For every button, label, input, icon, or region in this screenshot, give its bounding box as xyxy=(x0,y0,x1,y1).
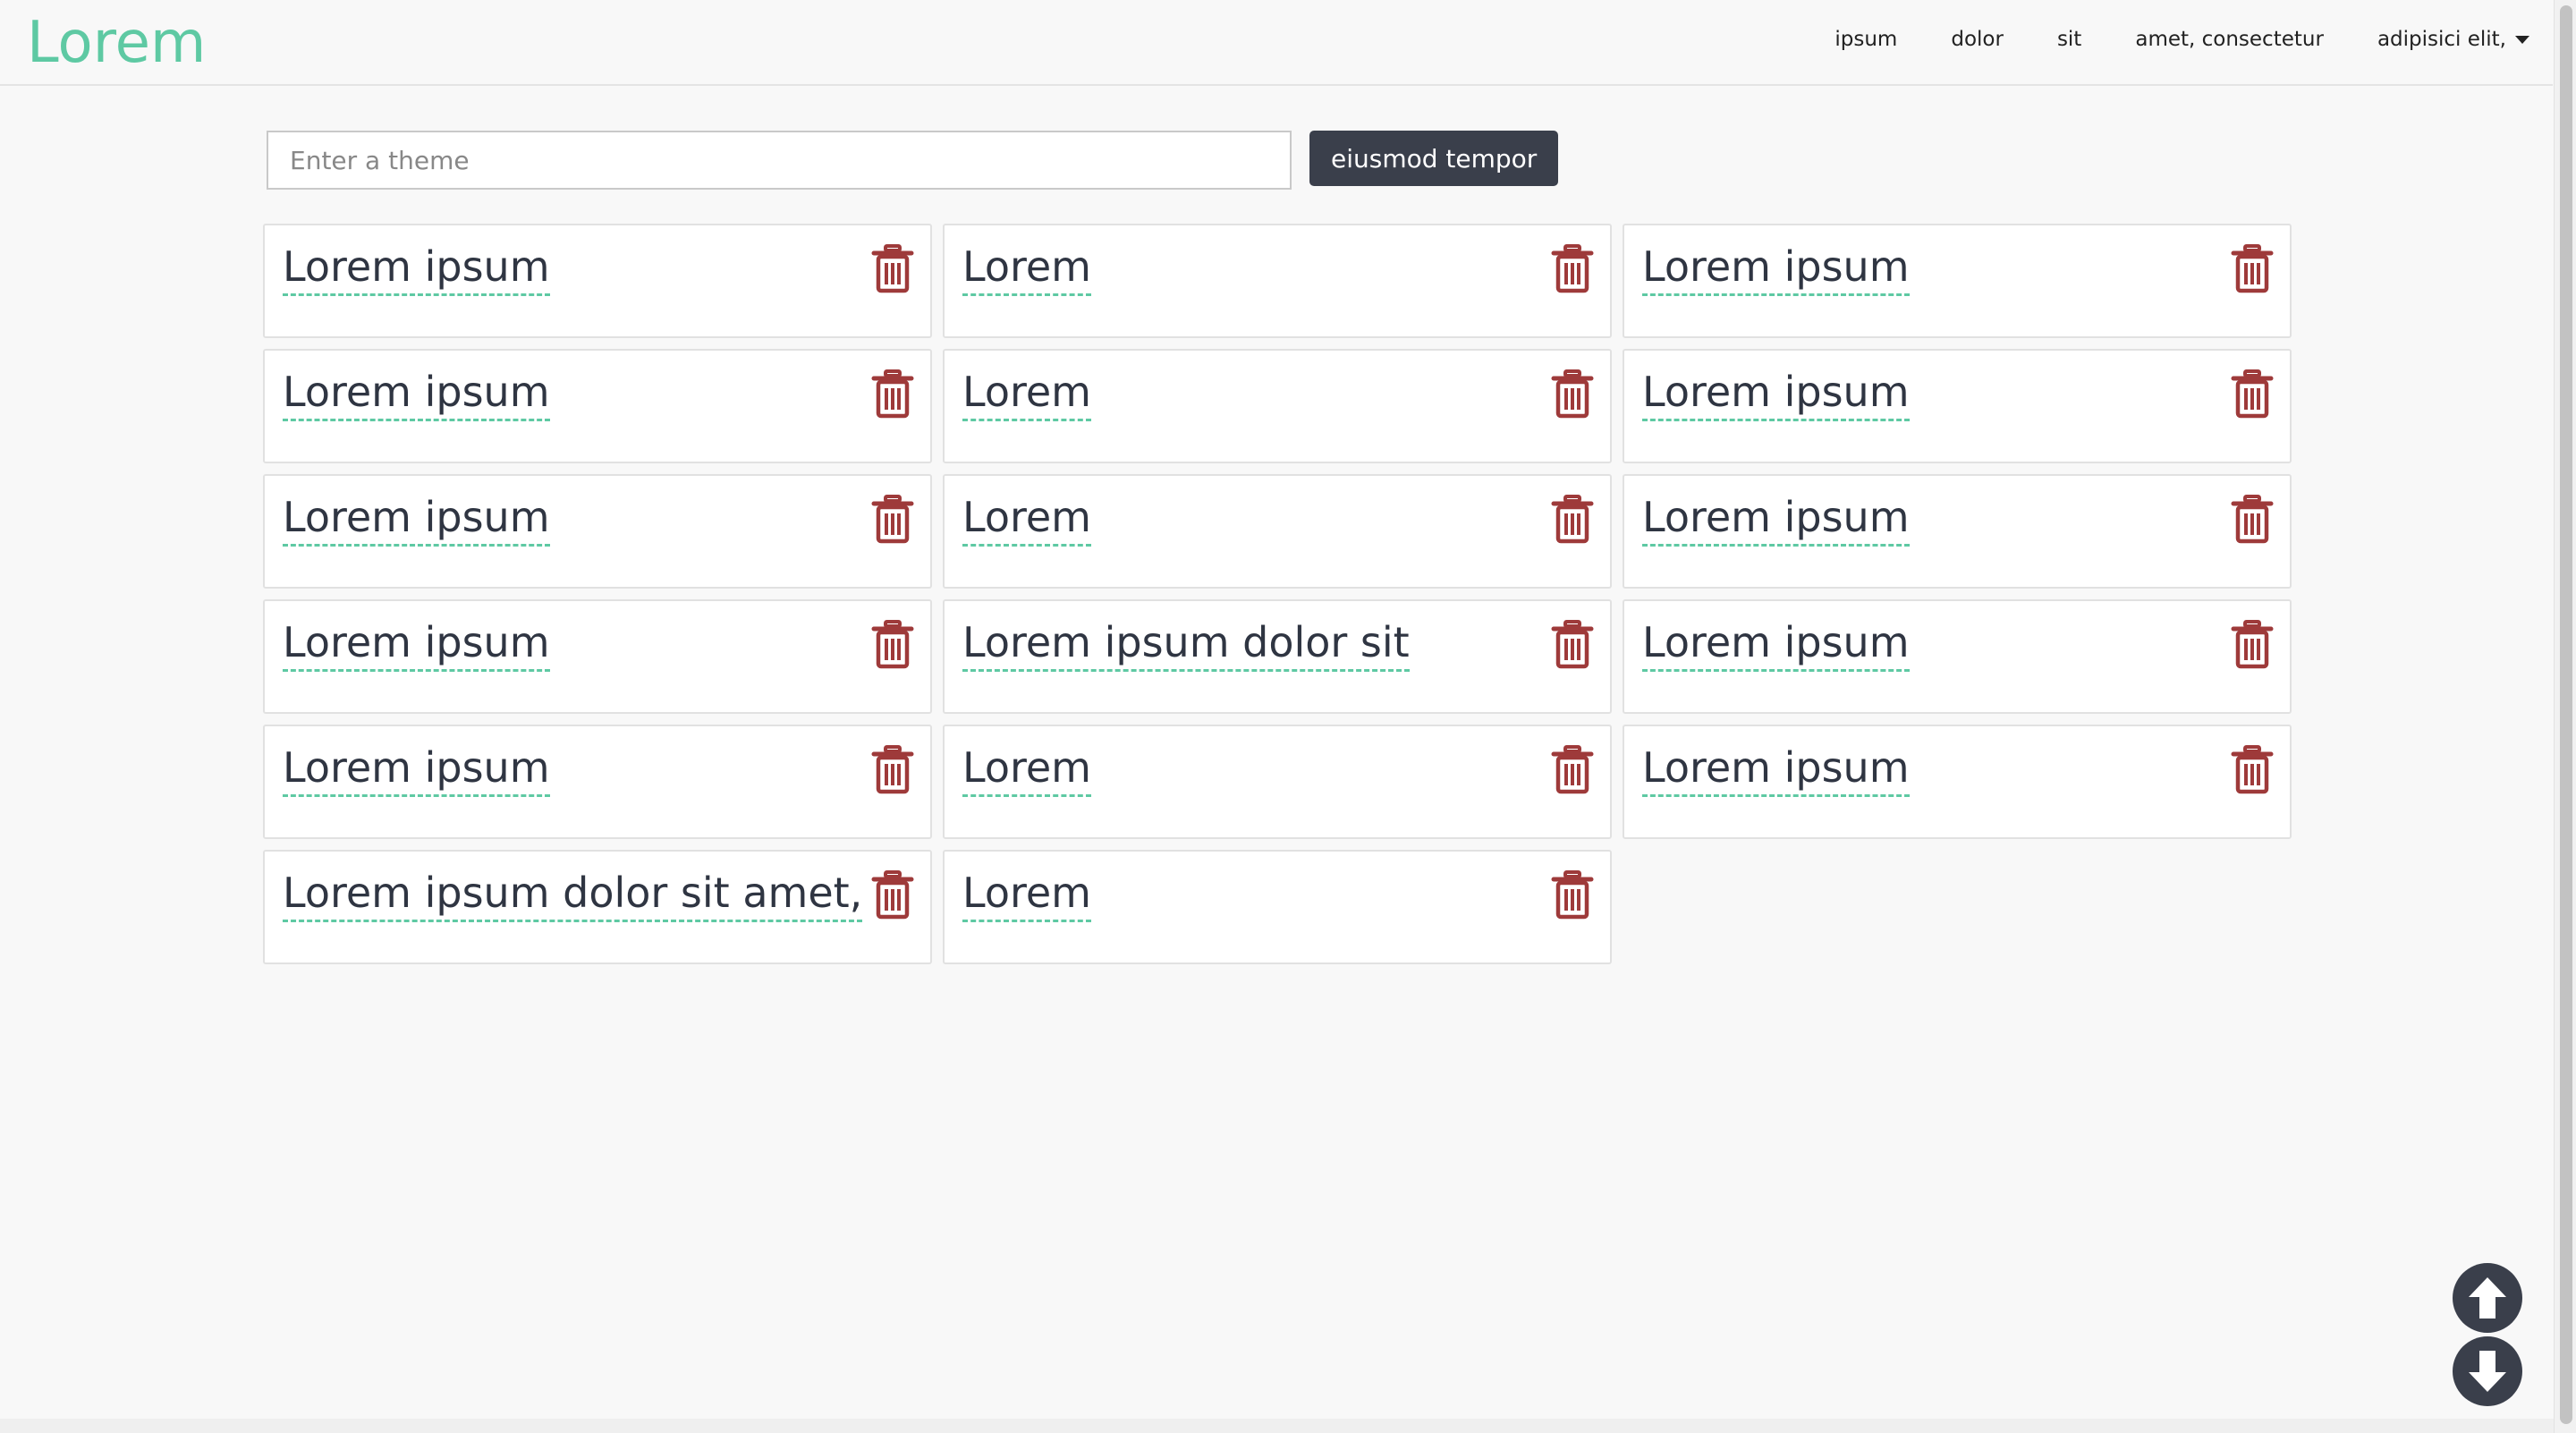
theme-card: Lorem ipsum xyxy=(1623,474,2292,589)
trash-icon[interactable] xyxy=(871,869,914,920)
theme-title[interactable]: Lorem ipsum xyxy=(1642,365,1910,421)
brand-logo[interactable]: Lorem xyxy=(27,7,206,79)
theme-title[interactable]: Lorem ipsum dolor sit xyxy=(962,615,1410,672)
nav-item-3[interactable]: sit xyxy=(2057,28,2081,51)
theme-card: Lorem ipsum xyxy=(263,474,932,589)
theme-card: Lorem ipsum xyxy=(263,224,932,338)
theme-form: eiusmod tempor xyxy=(267,131,1559,190)
theme-card: Lorem xyxy=(943,850,1612,964)
theme-card: Lorem ipsum dolor sit amet, xyxy=(263,850,932,964)
theme-title[interactable]: Lorem ipsum xyxy=(283,615,550,672)
nav-menu: ipsum dolor sit amet, consectetur adipis… xyxy=(1781,0,2529,79)
theme-input[interactable] xyxy=(267,131,1292,190)
theme-card: Lorem ipsum xyxy=(1623,725,2292,839)
scroll-down-button[interactable] xyxy=(2453,1336,2522,1406)
trash-icon[interactable] xyxy=(2231,619,2274,669)
theme-card: Lorem ipsum dolor sit xyxy=(943,599,1612,714)
theme-title[interactable]: Lorem ipsum xyxy=(1642,741,1910,797)
theme-card: Lorem ipsum xyxy=(263,349,932,463)
theme-title[interactable]: Lorem xyxy=(962,866,1091,922)
theme-card: Lorem ipsum xyxy=(263,599,932,714)
theme-card: Lorem ipsum xyxy=(263,725,932,839)
caret-down-icon xyxy=(2515,36,2529,44)
trash-icon[interactable] xyxy=(1551,494,1594,544)
scrollbar[interactable] xyxy=(2554,0,2576,1433)
theme-card: Lorem ipsum xyxy=(1623,224,2292,338)
trash-icon[interactable] xyxy=(871,243,914,293)
theme-title[interactable]: Lorem ipsum xyxy=(283,365,550,421)
nav-item-2[interactable]: dolor xyxy=(1951,28,2004,51)
trash-icon[interactable] xyxy=(1551,869,1594,920)
nav-dropdown-label: adipisici elit, xyxy=(2377,28,2506,51)
trash-icon[interactable] xyxy=(1551,369,1594,419)
arrow-down-circle-icon xyxy=(2469,1351,2506,1392)
trash-icon[interactable] xyxy=(871,369,914,419)
trash-icon[interactable] xyxy=(2231,243,2274,293)
theme-title[interactable]: Lorem ipsum dolor sit amet, xyxy=(283,866,863,922)
theme-card: Lorem xyxy=(943,725,1612,839)
trash-icon[interactable] xyxy=(871,619,914,669)
nav-item-4[interactable]: amet, consectetur xyxy=(2135,28,2324,51)
theme-card: Lorem xyxy=(943,349,1612,463)
theme-grid: Lorem ipsum Lorem Lorem ipsum Lorem ipsum Lo… xyxy=(263,224,2292,964)
trash-icon[interactable] xyxy=(1551,243,1594,293)
theme-title[interactable]: Lorem xyxy=(962,741,1091,797)
scrollbar-thumb[interactable] xyxy=(2560,5,2572,1424)
theme-title[interactable]: Lorem ipsum xyxy=(1642,615,1910,672)
theme-card: Lorem xyxy=(943,474,1612,589)
arrow-up-circle-icon xyxy=(2469,1277,2506,1319)
nav-item-1[interactable]: ipsum xyxy=(1835,28,1897,51)
theme-title[interactable]: Lorem ipsum xyxy=(1642,490,1910,547)
navbar: Lorem ipsum dolor sit amet, consectetur … xyxy=(0,0,2553,86)
trash-icon[interactable] xyxy=(1551,619,1594,669)
theme-title[interactable]: Lorem ipsum xyxy=(283,741,550,797)
scroll-up-button[interactable] xyxy=(2453,1263,2522,1333)
theme-title[interactable]: Lorem ipsum xyxy=(283,490,550,547)
bottom-strip xyxy=(0,1419,2555,1433)
trash-icon[interactable] xyxy=(2231,369,2274,419)
trash-icon[interactable] xyxy=(871,744,914,794)
theme-card: Lorem xyxy=(943,224,1612,338)
trash-icon[interactable] xyxy=(871,494,914,544)
theme-title[interactable]: Lorem xyxy=(962,240,1091,296)
theme-title[interactable]: Lorem xyxy=(962,490,1091,547)
theme-title[interactable]: Lorem xyxy=(962,365,1091,421)
trash-icon[interactable] xyxy=(1551,744,1594,794)
trash-icon[interactable] xyxy=(2231,494,2274,544)
theme-title[interactable]: Lorem ipsum xyxy=(283,240,550,296)
theme-card: Lorem ipsum xyxy=(1623,349,2292,463)
trash-icon[interactable] xyxy=(2231,744,2274,794)
nav-dropdown[interactable]: adipisici elit, xyxy=(2377,28,2529,51)
theme-title[interactable]: Lorem ipsum xyxy=(1642,240,1910,296)
add-theme-button[interactable]: eiusmod tempor xyxy=(1309,131,1559,186)
theme-card: Lorem ipsum xyxy=(1623,599,2292,714)
